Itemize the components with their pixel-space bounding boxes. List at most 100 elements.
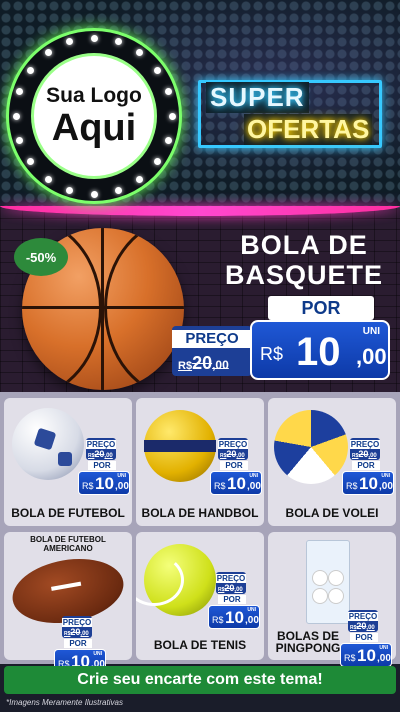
light-bulb [153, 158, 161, 166]
old-price-prefix: R$ [178, 360, 193, 372]
soccer-ball-image [12, 408, 84, 480]
unit-label: UNI [379, 645, 388, 651]
mini-price-tag: PREÇO R$20,00 POR UNI R$ 10,00 [342, 438, 396, 496]
pingpong-ball [313, 571, 327, 585]
light-bulb [44, 175, 52, 183]
discount-badge: -50% [14, 238, 68, 276]
unit-label: UNI [381, 473, 390, 479]
ball-seam [101, 228, 104, 390]
footnote: *Imagens Meramente Ilustrativas [6, 698, 123, 707]
logo-circle: Sua Logo Aqui [31, 53, 157, 179]
product-name: BOLA DE FUTEBOL AMERICANO [4, 535, 132, 553]
unit-label: UNI [93, 651, 102, 657]
product-name: BOLA DE VOLEI [285, 506, 379, 520]
pingpong-ball [329, 571, 343, 585]
price-cents: ,00 [379, 481, 393, 492]
logo-text-line1: Sua Logo [46, 84, 142, 107]
mini-price-tag: PREÇO R$20,00 POR UNI R$ 10,00 [340, 610, 394, 668]
neon-super-text: SUPER [206, 82, 309, 113]
volleyball-image [274, 410, 348, 484]
handball-image [144, 410, 216, 482]
old-price-int: 20 [192, 353, 213, 373]
old-price-box: PREÇO R$20,00 [216, 572, 246, 594]
neon-ofertas-text: OFERTAS [244, 114, 373, 145]
currency-label: R$ [260, 344, 284, 364]
logo-badge: Sua Logo Aqui [6, 28, 182, 204]
unit-label: UNI [249, 473, 258, 479]
light-bulb [114, 186, 122, 194]
old-price-cents: ,00 [212, 358, 229, 372]
light-bulb [12, 112, 20, 120]
old-price: R$20,00 [220, 449, 245, 459]
product-name-line2: PINGPONG [275, 641, 341, 655]
light-bulb [153, 66, 161, 74]
product-name: BOLA DE HANDBOL [141, 506, 259, 520]
old-price-box: PREÇO R$20,00 [348, 610, 378, 632]
old-price: R$20,00 [352, 449, 377, 459]
price-tag: UNI R$ 10,00 [78, 471, 130, 495]
pingpong-ball [329, 589, 343, 603]
unit-label: UNI [247, 607, 256, 613]
preco-label: PREÇO [172, 330, 252, 348]
light-bulb [90, 190, 98, 198]
light-bulb [44, 49, 52, 57]
price-tag: UNI R$ 10 ,00 [250, 320, 390, 380]
price-integer: 10 [357, 646, 376, 665]
price-cents: ,00 [247, 481, 261, 492]
por-label: POR [268, 296, 374, 320]
light-bulb [164, 88, 172, 96]
ball-lace [51, 581, 82, 591]
light-bulb [16, 136, 24, 144]
price-cents: ,00 [356, 344, 387, 369]
unit-label: UNI [117, 473, 126, 479]
currency-label: R$ [346, 481, 358, 491]
product-name: BOLA DE FUTEBOL [11, 506, 125, 520]
ball-panel [58, 452, 72, 466]
preco-label: PREÇO [350, 440, 380, 449]
product-name-line2: AMERICANO [43, 544, 93, 553]
old-price-box: PREÇO R$20,00 [218, 438, 248, 460]
por-label: POR [218, 595, 246, 604]
light-bulb [90, 34, 98, 42]
por-label: POR [88, 461, 116, 470]
por-label: POR [352, 461, 380, 470]
currency-label: R$ [212, 615, 224, 625]
price-integer: 10 [296, 330, 341, 374]
por-label: POR [350, 633, 378, 642]
unit-label: UNI [362, 326, 380, 337]
light-bulb [27, 66, 35, 74]
preco-label: PREÇO [218, 440, 248, 449]
old-price: R$20,00 [178, 353, 229, 374]
ball-seam [136, 554, 184, 606]
light-bulb [16, 88, 24, 96]
cta-button[interactable]: Crie seu encarte com este tema! [4, 666, 396, 694]
price-cents: ,00 [245, 615, 259, 626]
light-bulb [136, 49, 144, 57]
logo-text-line2: Aqui [51, 107, 137, 149]
flyer: Sua Logo Aqui SUPER OFERTAS -50% BOLA DE… [0, 0, 400, 712]
por-label: POR [64, 639, 92, 648]
product-name: BOLA DE TENIS [153, 638, 247, 652]
product-name-line1: BOLA DE FUTEBOL [30, 535, 106, 544]
hero-title-line1: BOLA DE [240, 230, 368, 260]
light-bulb [164, 136, 172, 144]
old-price-box: PREÇO R$20,00 [350, 438, 380, 460]
price-integer: 10 [95, 474, 114, 493]
light-bulb [114, 38, 122, 46]
price-tag: UNI R$ 10,00 [210, 471, 262, 495]
light-bulb [27, 158, 35, 166]
currency-label: R$ [214, 481, 226, 491]
price-tag: UNI R$ 10,00 [342, 471, 394, 495]
mini-price-tag: PREÇO R$20,00 POR UNI R$ 10,00 [78, 438, 132, 496]
preco-label: PREÇO [216, 574, 246, 583]
mini-price-tag: PREÇO R$20,00 POR UNI R$ 10,00 [210, 438, 264, 496]
price-integer: 10 [227, 474, 246, 493]
old-price-box: PREÇO R$20,00 [86, 438, 116, 460]
pingpong-ball [313, 589, 327, 603]
ball-panel [33, 427, 57, 451]
price-tag: UNI R$ 10,00 [208, 605, 260, 629]
preco-label: PREÇO [62, 618, 92, 627]
hero-title-line2: BASQUETE [224, 260, 384, 290]
tennis-ball-image [136, 544, 216, 616]
product-name: BOLAS DE PINGPONG [272, 630, 344, 654]
